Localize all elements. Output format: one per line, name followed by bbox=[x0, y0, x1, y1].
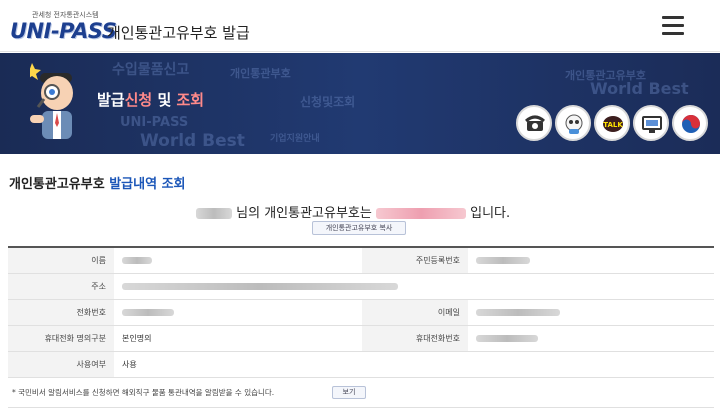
section-title-highlight: 발급내역 조회 bbox=[109, 177, 186, 192]
banner-title: 발급신청 및 조회 bbox=[97, 89, 204, 110]
result-sentence: 님의 개인통관고유부호는 입니다. bbox=[196, 202, 510, 221]
sentence-end: 입니다. bbox=[470, 206, 511, 221]
page-title: 개인통관고유부호 발급 bbox=[107, 24, 250, 42]
banner-title-part: 및 bbox=[152, 91, 177, 109]
mascot-chat-icon[interactable] bbox=[555, 105, 591, 141]
name-value bbox=[114, 248, 362, 273]
banner-bg-word: 수입물품신고 bbox=[112, 62, 190, 78]
redacted-name bbox=[196, 208, 232, 219]
hamburger-menu-icon[interactable] bbox=[662, 16, 684, 36]
banner-bg-word: UNI-PASS bbox=[120, 115, 189, 130]
info-table: 이름 주민등록번호 주소 전화번호 이메일 휴대전화 명의구분 본인명의 휴대전… bbox=[8, 246, 714, 378]
monitor-icon[interactable] bbox=[633, 105, 669, 141]
address-value bbox=[114, 274, 714, 299]
verify-value: 본인명의 bbox=[122, 334, 152, 343]
hero-banner: 수입물품신고 개인통관부호 신청및조회 UNI-PASS World Best … bbox=[0, 53, 720, 154]
table-row: 이름 주민등록번호 bbox=[8, 248, 714, 274]
customs-mascot-illustration bbox=[30, 63, 73, 139]
phone-label: 전화번호 bbox=[8, 300, 114, 325]
table-row: 사용여부 사용 bbox=[8, 352, 714, 378]
email-value bbox=[468, 300, 714, 325]
alert-service-notice: * 국민비서 알림서비스를 신청하면 해외직구 물품 통관내역을 알림받을 수 … bbox=[12, 388, 275, 397]
usage-label: 사용여부 bbox=[8, 352, 114, 377]
mobile-value bbox=[468, 326, 714, 351]
kakao-talk-icon[interactable]: TALK bbox=[594, 105, 630, 141]
banner-bg-word: World Best bbox=[590, 79, 689, 98]
svg-text:TALK: TALK bbox=[603, 121, 623, 129]
redacted-customs-code bbox=[375, 208, 466, 219]
table-row: 휴대전화 명의구분 본인명의 휴대전화번호 bbox=[8, 326, 714, 352]
address-label: 주소 bbox=[8, 274, 114, 299]
unipass-logo[interactable]: 관세청 전자통관시스템 UNI-PASS bbox=[10, 10, 117, 46]
taegeuk-icon[interactable] bbox=[672, 105, 708, 141]
rrn-label: 주민등록번호 bbox=[362, 248, 468, 273]
verify-label: 휴대전화 명의구분 bbox=[8, 326, 114, 351]
mobile-label: 휴대전화번호 bbox=[362, 326, 468, 351]
banner-bg-word: 신청및조회 bbox=[300, 95, 356, 109]
banner-title-accent: 신청 bbox=[124, 91, 153, 109]
view-button[interactable]: 보기 bbox=[332, 386, 366, 399]
rrn-value bbox=[468, 248, 714, 273]
logo-text: UNI-PASS bbox=[10, 19, 117, 43]
email-label: 이메일 bbox=[362, 300, 468, 325]
banner-bg-word: World Best bbox=[140, 131, 245, 151]
phone-value bbox=[114, 300, 362, 325]
sentence-mid: 님의 개인통관고유부호는 bbox=[236, 206, 372, 221]
divider bbox=[8, 407, 714, 408]
section-title-prefix: 개인통관고유부호 bbox=[9, 177, 105, 192]
banner-bg-word: 기업지원안내 bbox=[270, 134, 320, 144]
section-title: 개인통관고유부호 발급내역 조회 bbox=[9, 173, 186, 192]
name-label: 이름 bbox=[8, 248, 114, 273]
banner-bg-word: 개인통관부호 bbox=[230, 67, 291, 80]
phone-icon[interactable] bbox=[516, 105, 552, 141]
banner-title-accent: 조회 bbox=[176, 91, 205, 109]
top-header: 관세청 전자통관시스템 UNI-PASS 개인통관고유부호 발급 bbox=[0, 0, 720, 52]
banner-title-part: 발급 bbox=[97, 91, 125, 109]
table-row: 전화번호 이메일 bbox=[8, 300, 714, 326]
table-row: 주소 bbox=[8, 274, 714, 300]
copy-code-button[interactable]: 개인통관고유부호 복사 bbox=[312, 221, 406, 235]
usage-value: 사용 bbox=[122, 360, 137, 369]
